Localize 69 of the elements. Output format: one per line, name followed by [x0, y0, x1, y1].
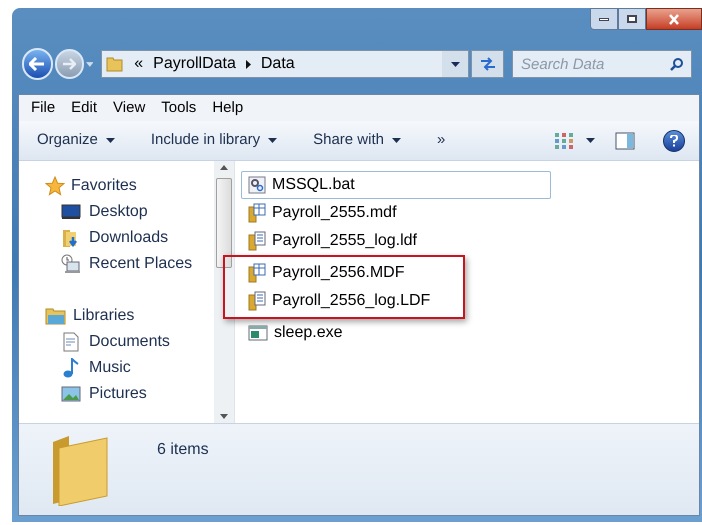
scrollbar-thumb[interactable]	[216, 178, 232, 268]
back-button[interactable]	[22, 48, 53, 80]
menu-item[interactable]: Tools	[153, 96, 204, 120]
breadcrumb-overflow[interactable]: «	[128, 52, 150, 76]
database-list-icon	[248, 291, 266, 311]
folder-icon	[106, 55, 124, 73]
help-button[interactable]	[663, 130, 685, 152]
search-icon	[670, 57, 684, 71]
forward-arrow-icon	[62, 58, 76, 70]
caret-icon	[586, 138, 595, 143]
search-field[interactable]: Search Data	[512, 50, 692, 78]
toolbar-button[interactable]: Include in library	[150, 129, 278, 152]
separator-arrow-icon	[246, 60, 251, 68]
directory-entry[interactable]: MSSQL.bat	[241, 171, 551, 199]
database-list-icon	[248, 231, 266, 251]
pane-icon	[615, 132, 635, 150]
address-bar[interactable]: « PayrollData Data	[101, 50, 470, 78]
navigation-item[interactable]: Recent Places	[45, 251, 192, 277]
music-note-icon	[63, 358, 79, 378]
application-window-icon	[248, 325, 268, 341]
directory-entry[interactable]: sleep.exe	[241, 319, 350, 347]
star-icon	[45, 176, 65, 196]
directory-entry[interactable]: Payroll_2556.MDF	[241, 259, 412, 287]
navigation-item[interactable]: Pictures	[45, 381, 147, 407]
navigation-item[interactable]: Music	[45, 355, 131, 381]
help-icon	[670, 134, 678, 146]
navigation-item[interactable]: Downloads	[45, 225, 168, 251]
library-folder-icon	[45, 307, 67, 325]
refresh-button[interactable]	[471, 50, 504, 78]
database-table-icon	[248, 203, 266, 223]
menu-item[interactable]: Edit	[63, 96, 106, 120]
folder-download-icon	[62, 228, 80, 248]
back-arrow-icon	[29, 57, 46, 71]
directory-entry[interactable]: Payroll_2555_log.ldf	[241, 227, 424, 255]
scroll-up-arrow-icon	[220, 165, 228, 170]
refresh-arrows-icon	[478, 57, 497, 71]
directory-entry[interactable]: Payroll_2555.mdf	[241, 199, 404, 227]
minimize-button[interactable]	[590, 8, 618, 30]
navigation-item[interactable]: Libraries	[45, 303, 134, 329]
database-table-icon	[248, 263, 266, 283]
dropdown-caret-icon	[86, 62, 94, 66]
preview-pane-button[interactable]	[615, 132, 635, 150]
breadcrumb[interactable]: PayrollData	[149, 52, 240, 76]
navigation-item[interactable]: Favorites	[45, 173, 137, 199]
menu-item[interactable]: File	[23, 96, 64, 120]
picture-icon	[61, 386, 81, 402]
navigation-item[interactable]: Documents	[45, 329, 170, 355]
clock-computer-icon	[61, 254, 81, 274]
document-icon	[63, 332, 79, 352]
scroll-down-arrow-icon	[220, 414, 228, 419]
navigation-item[interactable]: Desktop	[45, 199, 148, 225]
toolbar-button[interactable]: Share with	[313, 129, 401, 152]
address-dropdown-button[interactable]	[442, 51, 468, 77]
caret-icon	[450, 62, 460, 66]
close-button[interactable]	[646, 8, 702, 30]
close-icon	[668, 14, 680, 24]
more-commands-button[interactable]: »	[436, 129, 446, 152]
maximize-button[interactable]	[618, 8, 646, 30]
directory-entry[interactable]: Payroll_2556_log.LDF	[241, 287, 438, 315]
gears-icon	[248, 176, 266, 194]
breadcrumb[interactable]: Data	[256, 52, 299, 76]
monitor-icon	[61, 204, 81, 220]
menu-item[interactable]: Help	[204, 96, 252, 120]
menu-item[interactable]: View	[105, 96, 154, 120]
grid-view-icon	[554, 132, 574, 150]
item-count: 6 items	[157, 440, 209, 460]
view-options-button[interactable]	[554, 132, 595, 150]
forward-button[interactable]	[54, 49, 84, 79]
toolbar-button[interactable]: Organize	[37, 129, 115, 152]
